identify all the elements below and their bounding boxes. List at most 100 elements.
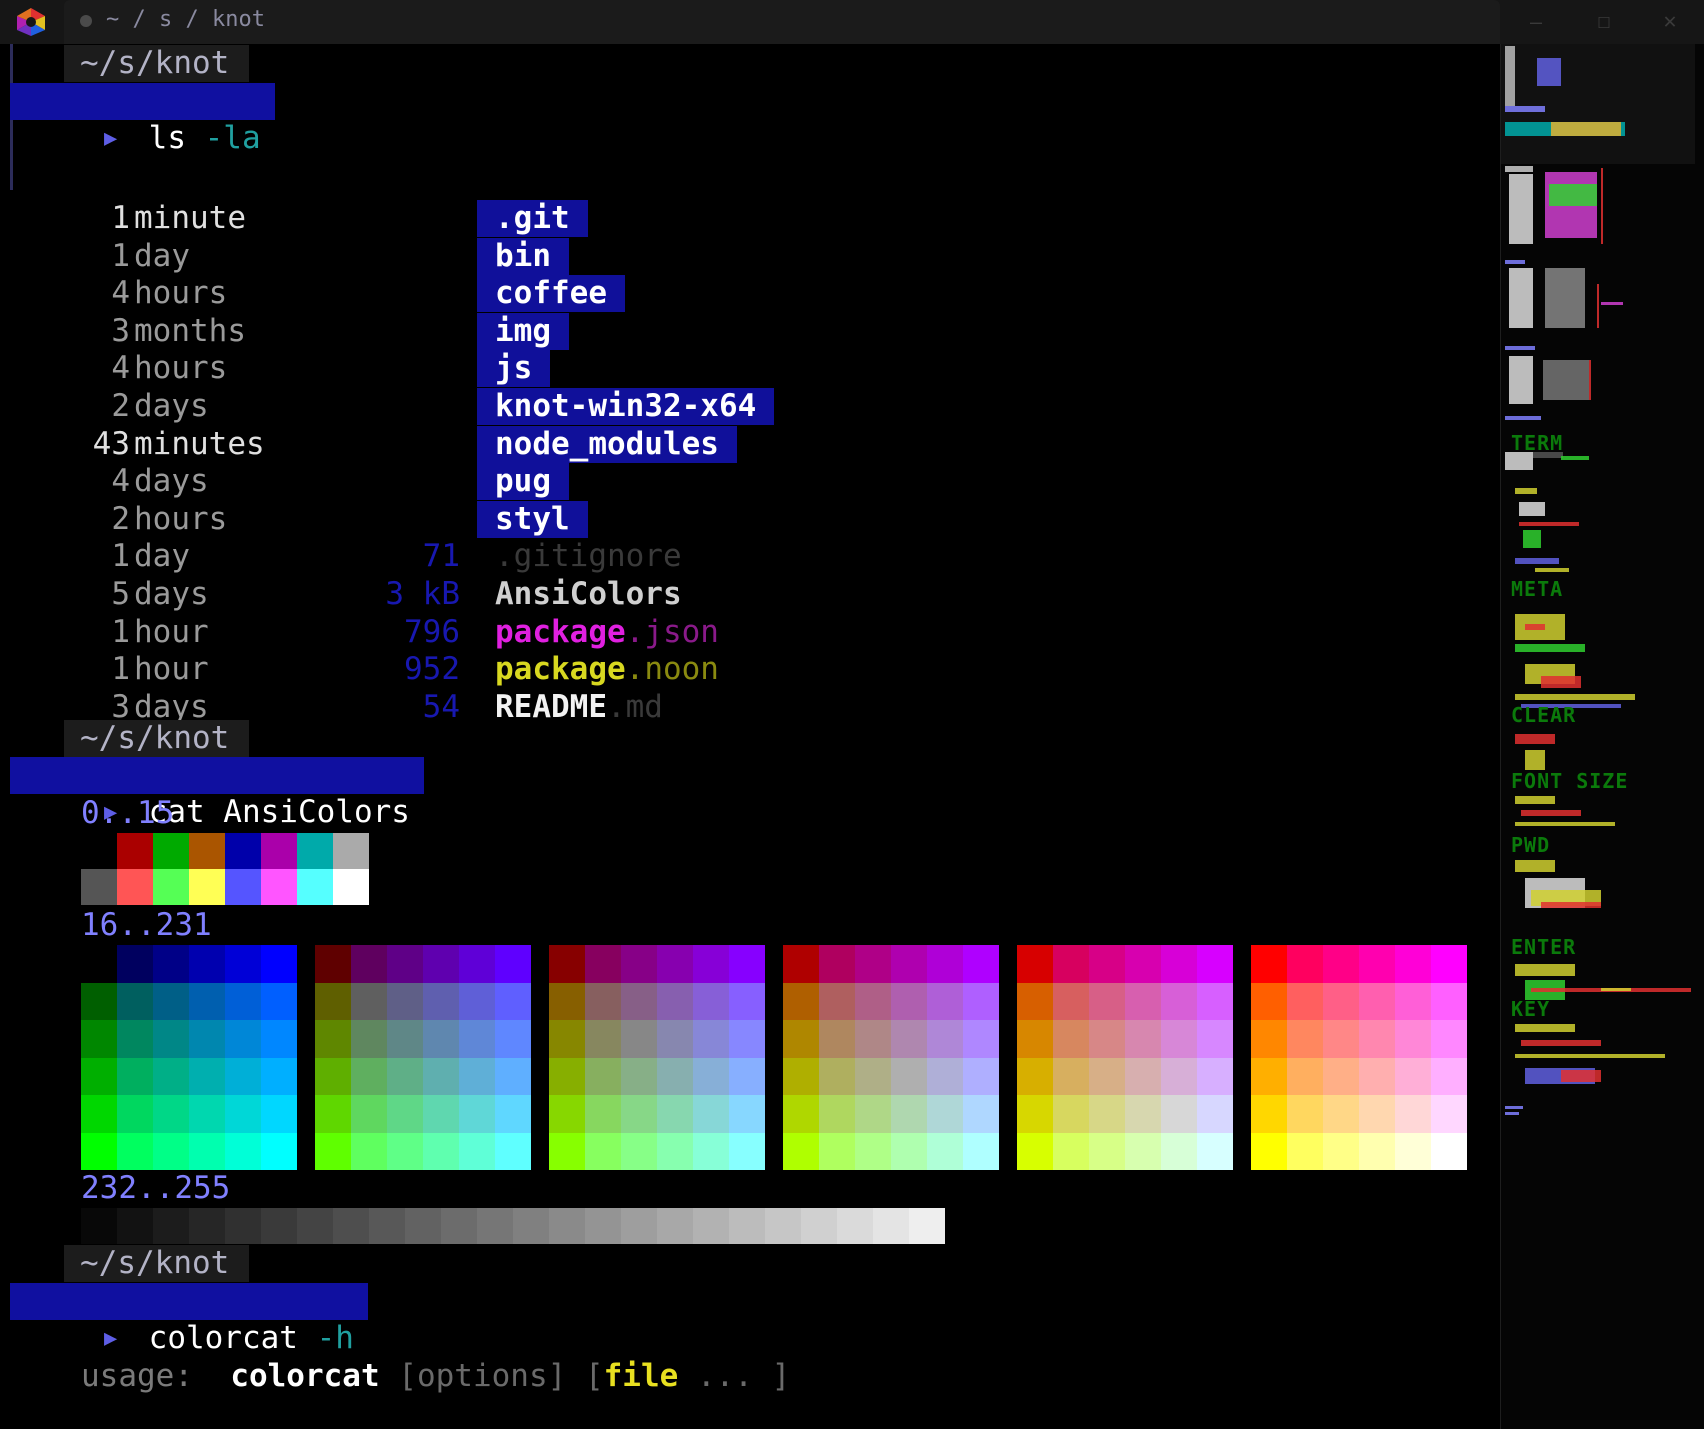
minimap-block [1597, 284, 1599, 328]
ansi-cube-swatch [657, 945, 693, 983]
prompt-command-line: ▶ cat AnsiColors [10, 757, 424, 830]
terminal-output[interactable]: ~/s/knot ▶ ls -la 1 minute .git 1 day bin 4 hour… [10, 44, 1500, 1419]
ansi-cube-swatch [549, 945, 585, 983]
ansi-cube-swatch [1089, 1132, 1125, 1170]
listing-file-size: 952 [404, 651, 460, 688]
minimap-viewport[interactable] [1501, 44, 1695, 164]
minimap-label: ENTER [1511, 935, 1577, 959]
ansi-cube-swatch [783, 1095, 819, 1133]
ansi-cube-swatch [621, 1020, 657, 1058]
ansi-cube-swatch [693, 1132, 729, 1170]
listing-age-unit: days [134, 576, 209, 612]
listing-dir-name[interactable]: img [477, 312, 569, 350]
ansi-cube-swatch [1017, 1132, 1053, 1170]
ansi-cube-swatch [459, 1020, 495, 1058]
terminal-tab[interactable]: ~ / s / knot [64, 0, 1500, 44]
listing-age-number: 3 [111, 312, 130, 349]
ansi-gray-swatch [117, 1208, 153, 1244]
minimap-block [1519, 522, 1579, 526]
ansi-cube-swatch [1161, 945, 1197, 983]
minimap-block [1541, 676, 1581, 688]
ansi-swatch [81, 869, 117, 905]
ansi-cube-swatch [459, 1095, 495, 1133]
ansi-cube-swatch [1287, 1020, 1323, 1058]
ansi-cube-swatch [153, 1020, 189, 1058]
ansi-cube-swatch [927, 1132, 963, 1170]
ansi-cube-swatch [1359, 1020, 1395, 1058]
ansi-cube-swatch [315, 1095, 351, 1133]
listing-file-size: 71 [422, 538, 460, 575]
ansi-cube-swatch [549, 1020, 585, 1058]
ansi-cube-swatch [927, 1020, 963, 1058]
minimap[interactable]: TERM META CLEAR FONT SIZE PWD ENTER KEY [1500, 44, 1704, 1429]
listing-dir-name[interactable]: styl [477, 500, 588, 538]
listing-dir-name[interactable]: pug [477, 463, 569, 501]
ansi-swatch [225, 869, 261, 905]
minimap-block [1561, 1070, 1601, 1082]
minimap-block [1515, 860, 1555, 872]
ansi-cube-swatch [117, 945, 153, 983]
listing-file-name[interactable]: package.noon [495, 651, 719, 688]
ansi-cube-swatch [657, 982, 693, 1020]
ansi-cube-swatch [351, 1132, 387, 1170]
listing-dir-name[interactable]: node_modules [477, 425, 737, 463]
minimap-block [1515, 558, 1559, 564]
listing-file-name[interactable]: package.json [495, 614, 719, 651]
minimize-button[interactable]: — [1506, 0, 1566, 44]
ansi-cube-swatch [783, 1020, 819, 1058]
listing-dir-name[interactable]: bin [477, 237, 569, 275]
ansi-cube-swatch [495, 1020, 531, 1058]
file-extension: .noon [625, 651, 719, 688]
ansi-cube-swatch [963, 1132, 999, 1170]
minimap-block [1519, 502, 1545, 516]
listing-age-number: 1 [111, 538, 130, 575]
listing-dir-name[interactable]: coffee [477, 275, 625, 313]
ansi-cube-swatch [963, 1095, 999, 1133]
usage-bracket: [ [584, 1358, 604, 1394]
minimap-block [1515, 796, 1555, 804]
minimap-block [1505, 106, 1545, 112]
minimap-block [1505, 1112, 1519, 1115]
ansi-cube-swatch [423, 1020, 459, 1058]
ansi-gray-swatch [405, 1208, 441, 1244]
ansi-cube-swatch [819, 1020, 855, 1058]
ansi-cube-swatch [1359, 1095, 1395, 1133]
ansi-cube-swatch [585, 1020, 621, 1058]
ansi-cube-swatch [261, 1095, 297, 1133]
ansi-swatch [333, 869, 369, 905]
ansi-cube-swatch [927, 1095, 963, 1133]
listing-dir-name[interactable]: .git [477, 200, 588, 237]
prompt-path: ~/s/knot [64, 45, 250, 82]
ansi-cube-swatch [693, 982, 729, 1020]
ansi-cube-swatch [189, 1095, 225, 1133]
close-button[interactable]: ✕ [1640, 0, 1700, 44]
ansi-cube-swatch [963, 1020, 999, 1058]
listing-age-unit: months [134, 312, 246, 349]
ansi-cube-swatch [891, 945, 927, 983]
ansi-cube-swatch [1431, 1020, 1467, 1058]
listing-dir-name[interactable]: js [477, 350, 551, 388]
ansi-gray-swatch [333, 1208, 369, 1244]
ansi-cube-swatch [927, 945, 963, 983]
minimap-block [1505, 1106, 1523, 1109]
ansi-cube-swatch [891, 1095, 927, 1133]
ansi-cube-swatch [963, 1057, 999, 1095]
ansi-cube-swatch [351, 982, 387, 1020]
ansi-cube-swatch [693, 1020, 729, 1058]
ansi-cube-swatch [1323, 1132, 1359, 1170]
listing-dir-name[interactable]: knot-win32-x64 [477, 388, 775, 425]
listing-file-name[interactable]: .gitignore [495, 538, 682, 575]
listing-file-name[interactable]: AnsiColors [495, 576, 682, 613]
ansi-cube-swatch [1197, 1132, 1233, 1170]
listing-file-name[interactable]: README.md [495, 689, 663, 726]
maximize-button[interactable]: ☐ [1574, 0, 1634, 44]
ansi-cube-swatch [153, 1132, 189, 1170]
ansi-cube-swatch [1359, 945, 1395, 983]
ansi-cube-swatch [1089, 945, 1125, 983]
listing-age-unit: hours [134, 350, 228, 387]
ansi-cube-swatch [1395, 1132, 1431, 1170]
ansi-cube-swatch [1251, 945, 1287, 983]
ansi-cube-swatch [1251, 982, 1287, 1020]
minimap-block [1515, 488, 1537, 494]
ansi-cube-swatch [729, 1020, 765, 1058]
